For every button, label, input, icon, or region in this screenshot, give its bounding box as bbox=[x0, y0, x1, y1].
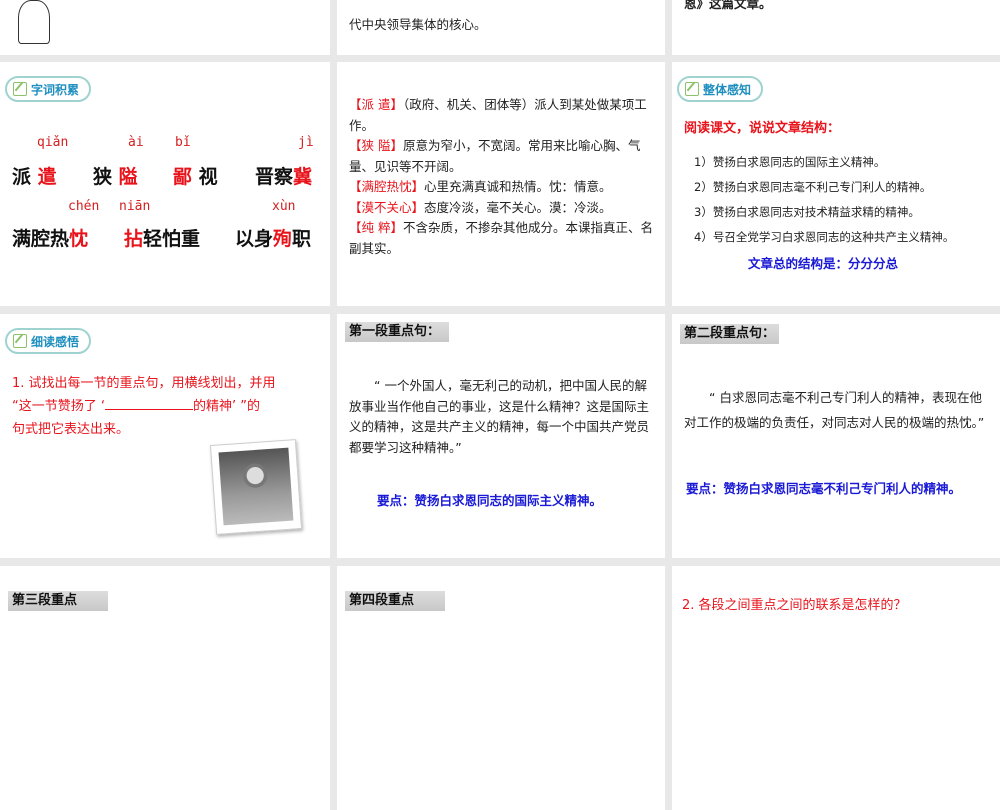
slide-thumbnail-para3[interactable]: 第三段重点 bbox=[0, 566, 330, 810]
tag-label: 整体感知 bbox=[703, 82, 752, 97]
key-point: 要点：赞扬白求恩同志毫不利己专门利人的精神。 bbox=[686, 481, 962, 496]
slide-thumbnail-para4[interactable]: 第四段重点 bbox=[337, 566, 665, 810]
slide-thumbnail-vocab[interactable]: 字词积累 qiǎn ài bǐ jì 派 遣 狭 隘 鄙 视 晋察冀 chén … bbox=[0, 62, 330, 306]
definition-item: 【派 遣】（政府、机关、团体等）派人到某处做某项工作。 bbox=[349, 97, 647, 133]
tag-label: 细读感悟 bbox=[31, 334, 80, 349]
slide-heading: 第三段重点 bbox=[8, 591, 108, 611]
slide-thumbnail-intro[interactable]: 代中央领导集体的核心。 bbox=[337, 0, 665, 55]
pinyin: qiǎn bbox=[37, 135, 69, 150]
slide-text: 恩》这篇文章。 bbox=[684, 0, 772, 11]
section-tag: 字词积累 bbox=[5, 76, 92, 102]
task-text: 1. 试找出每一节的重点句，用横线划出，并用 “这一节赞扬了 ‘的精神’ ”的 … bbox=[12, 376, 276, 437]
slide-thumbnail-overview[interactable]: 整体感知 阅读课文，说说文章结构： 1）赞扬白求恩同志的国际主义精神。 2）赞扬… bbox=[672, 62, 1000, 306]
pinyin: jì bbox=[298, 135, 314, 150]
summary: 文章总的结构是：分分分总 bbox=[748, 256, 899, 271]
definition-item: 【纯 粹】不含杂质，不掺杂其他成分。本课指真正、名副其实。 bbox=[349, 220, 653, 256]
structure-list: 1）赞扬白求恩同志的国际主义精神。 2）赞扬白求恩同志毫不利己专门利人的精神。 … bbox=[694, 150, 954, 250]
slide-heading: 第二段重点句： bbox=[680, 324, 780, 344]
slide-thumbnail-para2[interactable]: 第二段重点句： “ 白求恩同志毫不利己专门利人的精神，表现在他对工作的极端的负责… bbox=[672, 314, 1000, 558]
word: 晋察冀 bbox=[255, 166, 313, 188]
slide-heading: 第四段重点 bbox=[345, 591, 445, 611]
question: 阅读课文，说说文章结构： bbox=[684, 121, 841, 136]
word: 鄙 视 bbox=[173, 166, 218, 188]
word: 派 遣 bbox=[12, 166, 57, 188]
pinyin: chén bbox=[68, 199, 100, 214]
slide-thumbnail-portrait[interactable] bbox=[0, 0, 330, 55]
key-point: 要点：赞扬白求恩同志的国际主义精神。 bbox=[377, 493, 603, 508]
slide-text: 代中央领导集体的核心。 bbox=[349, 17, 487, 32]
edit-icon bbox=[13, 82, 27, 96]
pinyin: ài bbox=[128, 135, 144, 150]
quote: “ 白求恩同志毫不利己专门利人的精神，表现在他对工作的极端的负责任，对同志对人民… bbox=[684, 390, 985, 430]
slide-thumbnail-definitions[interactable]: 【派 遣】（政府、机关、团体等）派人到某处做某项工作。 【狭 隘】原意为窄小，不… bbox=[337, 62, 665, 306]
definition-item: 【漠不关心】态度冷淡，毫不关心。漠：冷淡。 bbox=[349, 199, 612, 215]
quote: “ 一个外国人，毫无利己的动机，把中国人民的解放事业当作他自己的事业，这是什么精… bbox=[349, 378, 650, 455]
structure-item: 3）赞扬白求恩同志对技术精益求精的精神。 bbox=[694, 205, 920, 219]
word: 满腔热忱 bbox=[12, 228, 89, 250]
pinyin: xùn bbox=[272, 199, 296, 214]
bethune-photo bbox=[209, 439, 303, 535]
structure-item: 4）号召全党学习白求恩同志的这种共产主义精神。 bbox=[694, 230, 955, 244]
word: 狭 隘 bbox=[93, 166, 138, 188]
slide-thumbnail-question2[interactable]: 2. 各段之间重点之间的联系是怎样的？ bbox=[672, 566, 1000, 810]
pinyin: niān bbox=[119, 199, 151, 214]
slide-heading: 第一段重点句： bbox=[345, 322, 449, 342]
tag-label: 字词积累 bbox=[31, 82, 80, 97]
structure-item: 1）赞扬白求恩同志的国际主义精神。 bbox=[694, 155, 886, 169]
question: 2. 各段之间重点之间的联系是怎样的？ bbox=[682, 598, 907, 613]
slide-thumbnail-para1[interactable]: 第一段重点句： “ 一个外国人，毫无利己的动机，把中国人民的解放事业当作他自己的… bbox=[337, 314, 665, 558]
section-tag: 整体感知 bbox=[677, 76, 764, 102]
definition-list: 【派 遣】（政府、机关、团体等）派人到某处做某项工作。 【狭 隘】原意为窄小，不… bbox=[349, 95, 659, 259]
edit-icon bbox=[685, 82, 699, 96]
structure-item: 2）赞扬白求恩同志毫不利己专门利人的精神。 bbox=[694, 180, 932, 194]
edit-icon bbox=[13, 334, 27, 348]
slide-thumbnail-reading[interactable]: 细读感悟 1. 试找出每一节的重点句，用横线划出，并用 “这一节赞扬了 ‘的精神… bbox=[0, 314, 330, 558]
word: 拈轻怕重 bbox=[124, 228, 201, 250]
definition-item: 【满腔热忱】心里充满真诚和热情。忱：情意。 bbox=[349, 179, 612, 194]
bethune-sketch-image bbox=[18, 0, 50, 44]
definition-item: 【狭 隘】原意为窄小，不宽阔。常用来比喻心胸、气量、见识等不开阔。 bbox=[349, 138, 641, 174]
pinyin: bǐ bbox=[175, 135, 191, 150]
section-tag: 细读感悟 bbox=[5, 328, 92, 354]
slide-thumbnail-intro-2[interactable]: 恩》这篇文章。 bbox=[672, 0, 1000, 55]
word: 以身殉职 bbox=[235, 228, 312, 250]
